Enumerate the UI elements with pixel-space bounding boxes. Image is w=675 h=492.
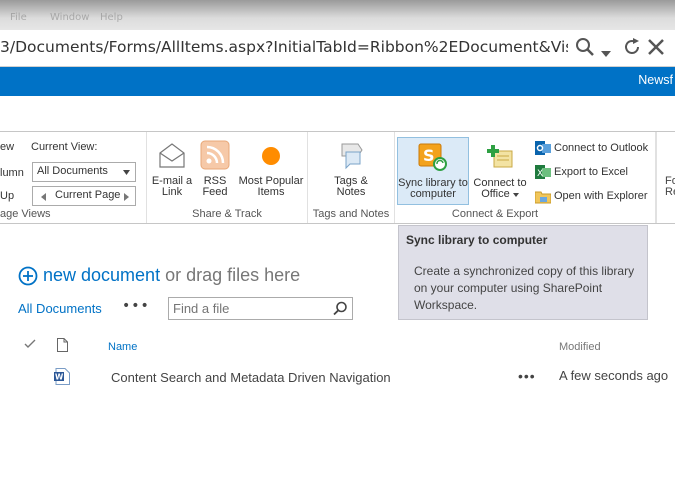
connect-outlook-label: Connect to Outlook	[554, 142, 649, 154]
popular-icon	[262, 147, 280, 165]
column-button[interactable]: lumn	[0, 167, 24, 179]
connect-office-label-2: Office	[481, 188, 510, 200]
open-explorer-button[interactable]: Open with Explorer	[535, 188, 648, 204]
most-popular-button[interactable]: Most Popular Items	[238, 140, 304, 198]
group-label-page-views: age Views	[0, 208, 51, 220]
tags-icon	[341, 143, 363, 170]
svg-text:S: S	[423, 146, 435, 165]
group-label-tags-notes: Tags and Notes	[312, 208, 390, 220]
search-icon[interactable]	[574, 36, 596, 62]
rss-feed-button[interactable]: RSS Feed	[197, 140, 233, 198]
arrow-left-icon	[41, 193, 46, 201]
chevron-down-icon	[123, 170, 130, 175]
select-all-check-icon[interactable]	[24, 339, 36, 349]
open-explorer-label: Open with Explorer	[554, 190, 648, 202]
current-page-label: Current Page	[55, 189, 121, 201]
document-name-link[interactable]: Content Search and Metadata Driven Navig…	[111, 370, 391, 385]
file-type-header-icon[interactable]	[57, 338, 68, 352]
export-excel-button[interactable]: X Export to Excel	[535, 164, 628, 180]
rss-feed-label-2: Feed	[202, 186, 228, 198]
drag-files-text: or drag files here	[165, 265, 301, 285]
tags-notes-button[interactable]: Tags & Notes	[326, 140, 376, 198]
dropdown-arrow-icon[interactable]	[601, 43, 611, 62]
arrow-right-icon	[124, 193, 129, 201]
current-view-select[interactable]: All Documents	[32, 162, 136, 182]
new-document-link[interactable]: new document or drag files here	[18, 265, 300, 286]
tags-notes-label-2: Notes	[336, 186, 366, 198]
menu-item-window[interactable]: Window	[50, 12, 89, 23]
ribbon-group-tags-notes: Tags & Notes Tags and Notes	[308, 132, 395, 223]
email-icon	[159, 143, 185, 168]
view-button[interactable]: ew	[0, 141, 14, 153]
sync-library-icon: S	[418, 143, 447, 171]
explorer-folder-icon	[535, 191, 551, 204]
column-header-modified[interactable]: Modified	[559, 341, 601, 353]
sync-library-tooltip: Sync library to computer Create a synchr…	[398, 225, 648, 320]
view-more-ellipsis[interactable]: •••	[122, 298, 150, 314]
outlook-icon	[535, 141, 551, 155]
ribbon-group-partial: Fo Re	[656, 132, 675, 223]
close-icon[interactable]	[645, 36, 667, 62]
address-url[interactable]: 3/Documents/Forms/AllItems.aspx?InitialT…	[0, 38, 568, 56]
find-file-input[interactable]	[173, 301, 323, 316]
connect-office-button[interactable]: Connect to Office	[471, 142, 529, 200]
plus-circle-icon	[18, 266, 38, 285]
refresh-icon[interactable]	[621, 36, 643, 62]
group-label-share-track: Share & Track	[192, 208, 262, 220]
suite-bar: Newsf	[0, 67, 675, 96]
connect-office-icon	[487, 145, 513, 168]
email-link-button[interactable]: E-mail a Link	[150, 140, 194, 198]
ribbon: ew Current View: lumn All Documents Up C…	[0, 131, 675, 224]
group-label-connect-export: Connect & Export	[451, 208, 539, 220]
tooltip-title: Sync library to computer	[406, 233, 548, 247]
partial-group-button[interactable]: Fo Re	[665, 176, 675, 198]
export-excel-label: Export to Excel	[554, 166, 628, 178]
most-popular-label-2: Items	[257, 186, 285, 198]
newsfeed-link[interactable]: Newsf	[638, 73, 673, 87]
view-all-documents[interactable]: All Documents	[18, 301, 102, 316]
current-view-value: All Documents	[37, 165, 108, 177]
current-view-label: Current View:	[31, 141, 98, 153]
email-link-label-2: Link	[161, 186, 183, 198]
svg-text:X: X	[537, 169, 543, 179]
sync-library-label-2: computer	[410, 188, 456, 200]
document-modified-value: A few seconds ago	[559, 368, 669, 383]
current-page-button[interactable]: Current Page	[32, 186, 136, 206]
word-document-icon: W	[54, 368, 70, 385]
up-button[interactable]: Up	[0, 190, 14, 202]
ribbon-group-share-track: E-mail a Link RSS Feed Most Popular Item…	[147, 132, 308, 223]
column-header-name[interactable]: Name	[108, 341, 137, 353]
browser-menu-bar: File Window Help	[0, 0, 675, 30]
excel-icon: X	[535, 165, 551, 179]
connect-outlook-button[interactable]: Connect to Outlook	[535, 140, 648, 156]
partial-label-2: Re	[665, 186, 675, 198]
menu-item-file[interactable]: File	[10, 12, 27, 23]
ribbon-group-page-views: ew Current View: lumn All Documents Up C…	[0, 132, 147, 223]
sync-library-button[interactable]: S Sync library to computer	[397, 137, 469, 205]
find-file-box[interactable]	[168, 297, 353, 320]
row-more-ellipsis[interactable]: •••	[518, 368, 536, 384]
menu-item-help[interactable]: Help	[100, 12, 123, 23]
svg-text:W: W	[55, 373, 64, 382]
new-document-label: new document	[43, 265, 161, 285]
address-bar: 3/Documents/Forms/AllItems.aspx?InitialT…	[0, 30, 675, 67]
tooltip-body: Create a synchronized copy of this libra…	[414, 264, 635, 312]
search-icon[interactable]	[333, 301, 348, 316]
rss-icon	[200, 140, 230, 170]
chevron-down-icon	[512, 193, 519, 197]
